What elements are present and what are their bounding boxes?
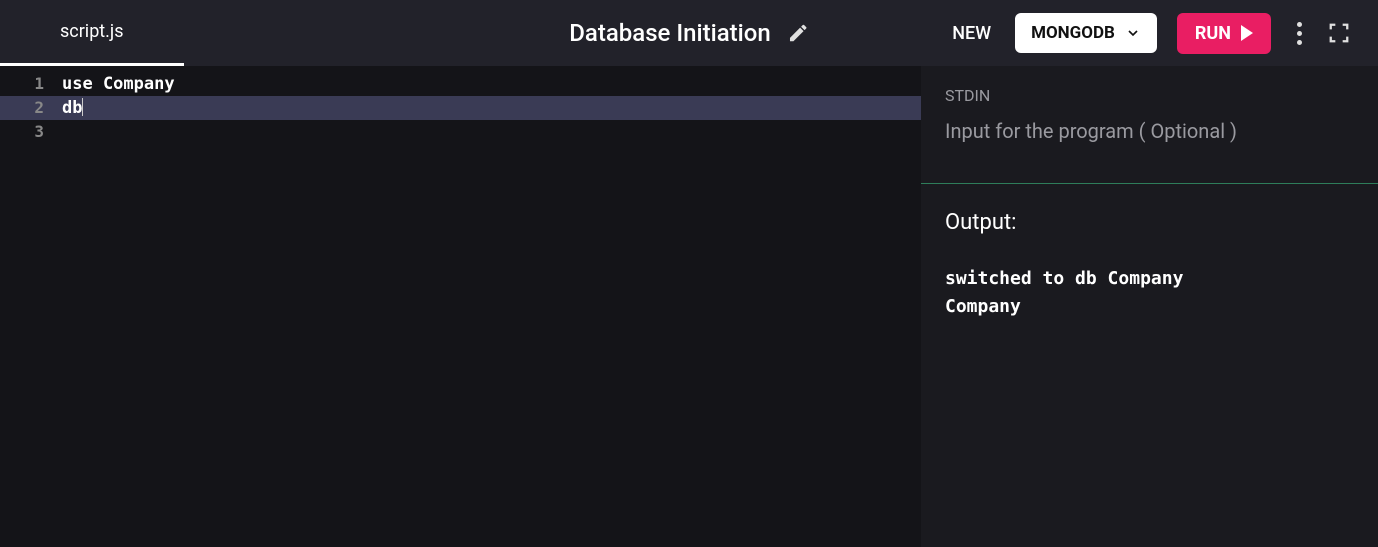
code-line: use Company: [62, 72, 921, 96]
stdin-label: STDIN: [945, 86, 1354, 105]
line-number: 1: [0, 72, 44, 96]
top-bar: script.js Database Initiation NEW MONGOD…: [0, 0, 1378, 66]
line-number: 3: [0, 120, 44, 144]
file-tab-label: script.js: [60, 21, 124, 42]
run-button[interactable]: RUN: [1177, 13, 1271, 54]
output-block: Output: switched to db Company Company: [921, 184, 1378, 347]
new-button[interactable]: NEW: [948, 15, 995, 52]
right-controls: NEW MONGODB RUN: [948, 13, 1378, 54]
play-icon: [1241, 25, 1253, 41]
edit-icon[interactable]: [787, 22, 809, 44]
more-menu-button[interactable]: [1291, 16, 1308, 51]
new-button-label: NEW: [952, 23, 991, 44]
output-text: switched to db Company Company: [945, 265, 1354, 321]
output-label: Output:: [945, 210, 1354, 235]
line-number-gutter: 1 2 3: [0, 66, 56, 547]
title-area: Database Initiation: [569, 19, 809, 47]
run-button-label: RUN: [1195, 23, 1231, 44]
stdin-input[interactable]: Input for the program ( Optional ): [945, 119, 1354, 143]
chevron-down-icon: [1125, 25, 1141, 41]
language-select[interactable]: MONGODB: [1015, 13, 1157, 53]
text-cursor: [82, 98, 83, 116]
main-area: 1 2 3 use Company db STDIN Input for the…: [0, 66, 1378, 547]
code-line: db: [62, 96, 921, 120]
fullscreen-button[interactable]: [1328, 22, 1350, 44]
stdin-block: STDIN Input for the program ( Optional ): [921, 66, 1378, 183]
code-editor[interactable]: use Company db: [56, 66, 921, 547]
io-pane: STDIN Input for the program ( Optional )…: [921, 66, 1378, 547]
file-tab[interactable]: script.js: [0, 0, 184, 66]
page-title: Database Initiation: [569, 19, 771, 47]
code-line: [62, 120, 921, 144]
tab-area: script.js: [0, 0, 184, 66]
editor-pane: 1 2 3 use Company db: [0, 66, 921, 547]
language-select-label: MONGODB: [1031, 23, 1115, 43]
line-number: 2: [0, 96, 44, 120]
